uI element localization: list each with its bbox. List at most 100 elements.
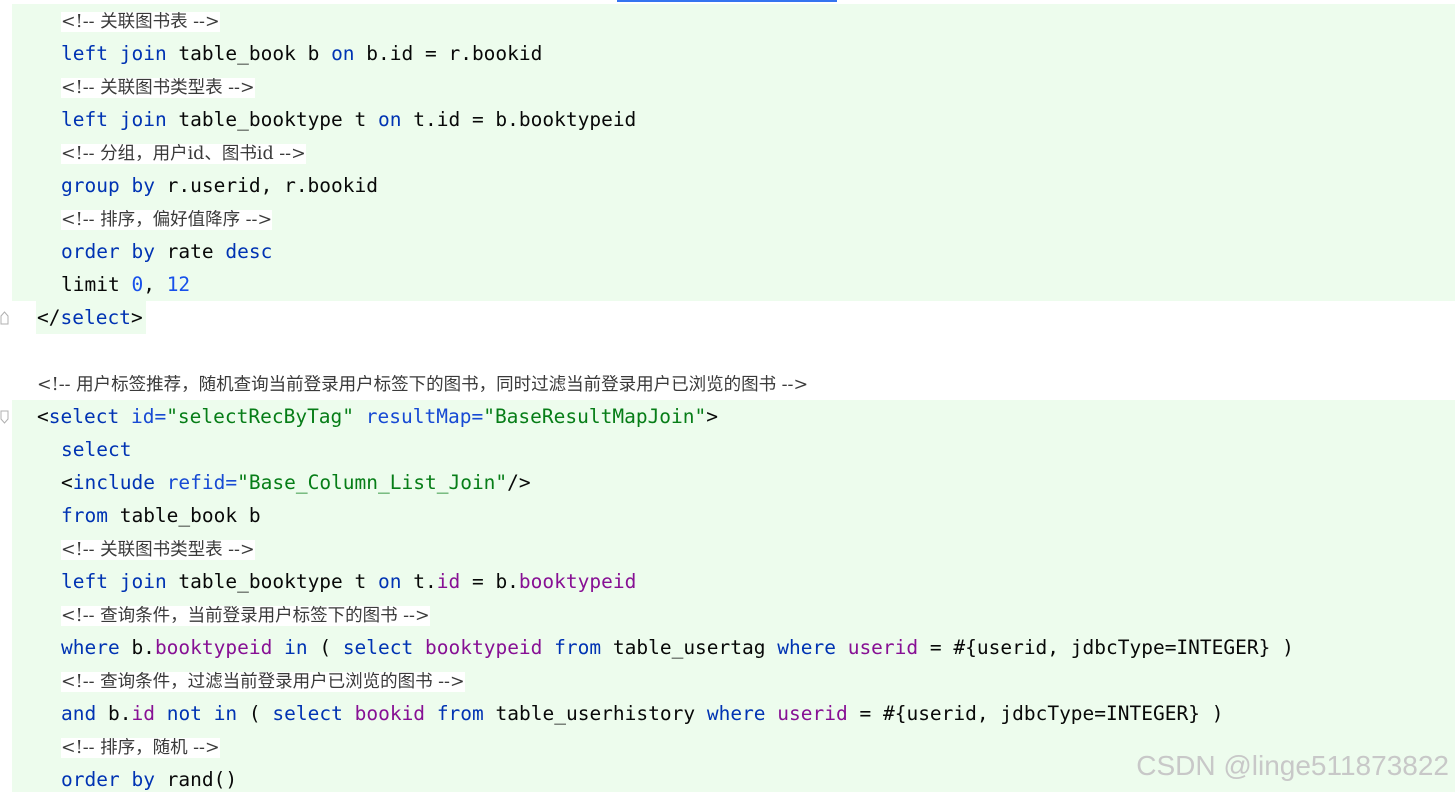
code-token: > <box>130 306 143 329</box>
code-line[interactable] <box>0 334 1455 367</box>
code-text: <!-- 排序，随机 --> <box>61 730 220 765</box>
diff-highlight <box>12 268 1455 301</box>
diff-highlight <box>12 4 1455 37</box>
code-token: rand() <box>154 768 238 791</box>
code-line[interactable]: <!-- 关联图书表 --> <box>0 4 1455 37</box>
code-token: > <box>706 405 719 428</box>
code-line[interactable]: left join table_booktype t on t.id = b.b… <box>0 565 1455 598</box>
code-token: = #{userid, jdbcType=INTEGER} ) <box>847 702 1224 725</box>
code-token: table_booktype t <box>166 570 379 593</box>
code-text: from table_book b <box>61 499 261 532</box>
code-token: userid <box>847 636 919 659</box>
code-line[interactable]: <!-- 关联图书类型表 --> <box>0 70 1455 103</box>
code-token: resultMap <box>365 405 472 428</box>
code-token: left <box>61 570 108 593</box>
code-token: in <box>284 636 308 659</box>
code-text: order by rand() <box>61 763 237 792</box>
code-line[interactable]: <select id="selectRecByTag" resultMap="B… <box>0 400 1455 433</box>
code-token: r.userid, r.bookid <box>154 174 378 197</box>
code-token: select <box>342 636 414 659</box>
code-token: select <box>61 438 132 461</box>
code-token: not <box>166 702 202 725</box>
code-line[interactable]: <!-- 用户标签推荐，随机查询当前登录用户标签下的图书，同时过滤当前登录用户已… <box>0 367 1455 400</box>
code-line[interactable]: and b.id not in ( select bookid from tab… <box>0 697 1455 730</box>
code-line[interactable]: group by r.userid, r.bookid <box>0 169 1455 202</box>
code-token: "Base_Column_List_Join" <box>237 471 508 494</box>
code-line[interactable]: </select> <box>0 301 1455 334</box>
code-line[interactable]: left join table_booktype t on t.id = b.b… <box>0 103 1455 136</box>
code-editor[interactable]: <!-- 关联图书表 --> left join table_book b on … <box>0 0 1455 792</box>
code-token: = b. <box>460 570 519 593</box>
code-token: table_booktype t <box>166 108 379 131</box>
code-token: t.id = b.booktypeid <box>401 108 637 131</box>
code-token: b. <box>119 636 155 659</box>
code-text: <!-- 关联图书表 --> <box>61 4 220 39</box>
code-token: from <box>554 636 602 659</box>
code-token: and <box>61 702 97 725</box>
code-token: join <box>119 108 167 131</box>
code-text: <!-- 查询条件，当前登录用户标签下的图书 --> <box>61 598 430 633</box>
fold-start-icon[interactable] <box>0 410 9 424</box>
code-line[interactable]: <!-- 排序，偏好值降序 --> <box>0 202 1455 235</box>
code-line[interactable]: select <box>0 433 1455 466</box>
code-line[interactable]: from table_book b <box>0 499 1455 532</box>
code-comment: <!-- 用户标签推荐，随机查询当前登录用户标签下的图书，同时过滤当前登录用户已… <box>37 375 809 395</box>
fold-end-icon[interactable] <box>0 311 9 325</box>
code-token: "selectRecByTag" <box>166 405 355 428</box>
code-comment: <!-- 关联图书类型表 --> <box>61 78 255 98</box>
code-line[interactable]: <!-- 查询条件，当前登录用户标签下的图书 --> <box>0 598 1455 631</box>
code-text: limit 0, 12 <box>61 268 190 301</box>
code-token: table_book b <box>166 42 332 65</box>
code-token: ( <box>307 636 343 659</box>
code-line[interactable]: where b.booktypeid in ( select booktypei… <box>0 631 1455 664</box>
code-token: from <box>436 702 484 725</box>
code-line[interactable]: limit 0, 12 <box>0 268 1455 301</box>
code-line[interactable]: left join table_book b on b.id = r.booki… <box>0 37 1455 70</box>
code-token: include <box>72 471 155 494</box>
code-token: , <box>143 273 167 296</box>
code-token: by <box>131 768 155 791</box>
code-text: <!-- 用户标签推荐，随机查询当前登录用户标签下的图书，同时过滤当前登录用户已… <box>37 367 808 402</box>
code-line[interactable]: order by rate desc <box>0 235 1455 268</box>
code-line[interactable]: <include refid="Base_Column_List_Join"/> <box>0 466 1455 499</box>
code-text: <!-- 排序，偏好值降序 --> <box>61 202 273 237</box>
code-line[interactable]: <!-- 关联图书类型表 --> <box>0 532 1455 565</box>
code-token: "BaseResultMapJoin" <box>483 405 707 428</box>
code-token: group <box>61 174 120 197</box>
code-comment: <!-- 排序，偏好值降序 --> <box>61 210 273 230</box>
code-token: = <box>154 405 167 428</box>
active-tab-indicator <box>617 0 837 2</box>
code-token: < <box>61 471 73 494</box>
code-text: <!-- 分组，用户id、图书id --> <box>61 136 306 171</box>
code-text: </select> <box>37 301 143 334</box>
code-token: by <box>131 240 155 263</box>
code-token: t. <box>401 570 437 593</box>
code-token: select <box>60 306 131 329</box>
code-token: order <box>61 240 120 263</box>
code-line[interactable]: <!-- 查询条件，过滤当前登录用户已浏览的图书 --> <box>0 664 1455 697</box>
code-token: on <box>331 42 355 65</box>
code-token: 12 <box>166 273 191 296</box>
code-line[interactable]: <!-- 分组，用户id、图书id --> <box>0 136 1455 169</box>
code-text: where b.booktypeid in ( select booktypei… <box>61 631 1294 664</box>
code-text: select <box>61 433 131 466</box>
code-token: left <box>61 42 108 65</box>
code-text: and b.id not in ( select bookid from tab… <box>61 697 1223 730</box>
code-text: <select id="selectRecByTag" resultMap="B… <box>37 400 718 433</box>
code-text: <!-- 查询条件，过滤当前登录用户已浏览的图书 --> <box>61 664 465 699</box>
code-token: < <box>37 405 49 428</box>
code-token: join <box>119 570 167 593</box>
watermark: CSDN @linge511873822 <box>1136 750 1449 781</box>
code-token: by <box>131 174 155 197</box>
code-token: select <box>272 702 343 725</box>
code-token: 0 <box>131 273 144 296</box>
